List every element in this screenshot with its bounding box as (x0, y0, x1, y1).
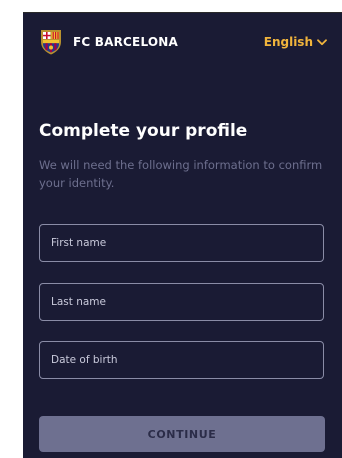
app-screen: FC BARCELONA English Complete your profi… (23, 12, 342, 458)
page-subtitle: We will need the following information t… (39, 158, 323, 190)
continue-button[interactable]: CONTINUE (39, 416, 325, 452)
last-name-input[interactable] (39, 283, 324, 321)
brand-name: FC BARCELONA (73, 35, 179, 49)
date-of-birth-input[interactable] (39, 341, 324, 379)
language-selector[interactable]: English (264, 35, 327, 49)
page-title: Complete your profile (39, 121, 248, 141)
first-name-input[interactable] (39, 224, 324, 262)
chevron-down-icon (317, 38, 327, 46)
top-bar: FC BARCELONA English (23, 13, 342, 73)
language-label: English (263, 35, 313, 49)
fc-barcelona-crest-icon (39, 29, 63, 55)
